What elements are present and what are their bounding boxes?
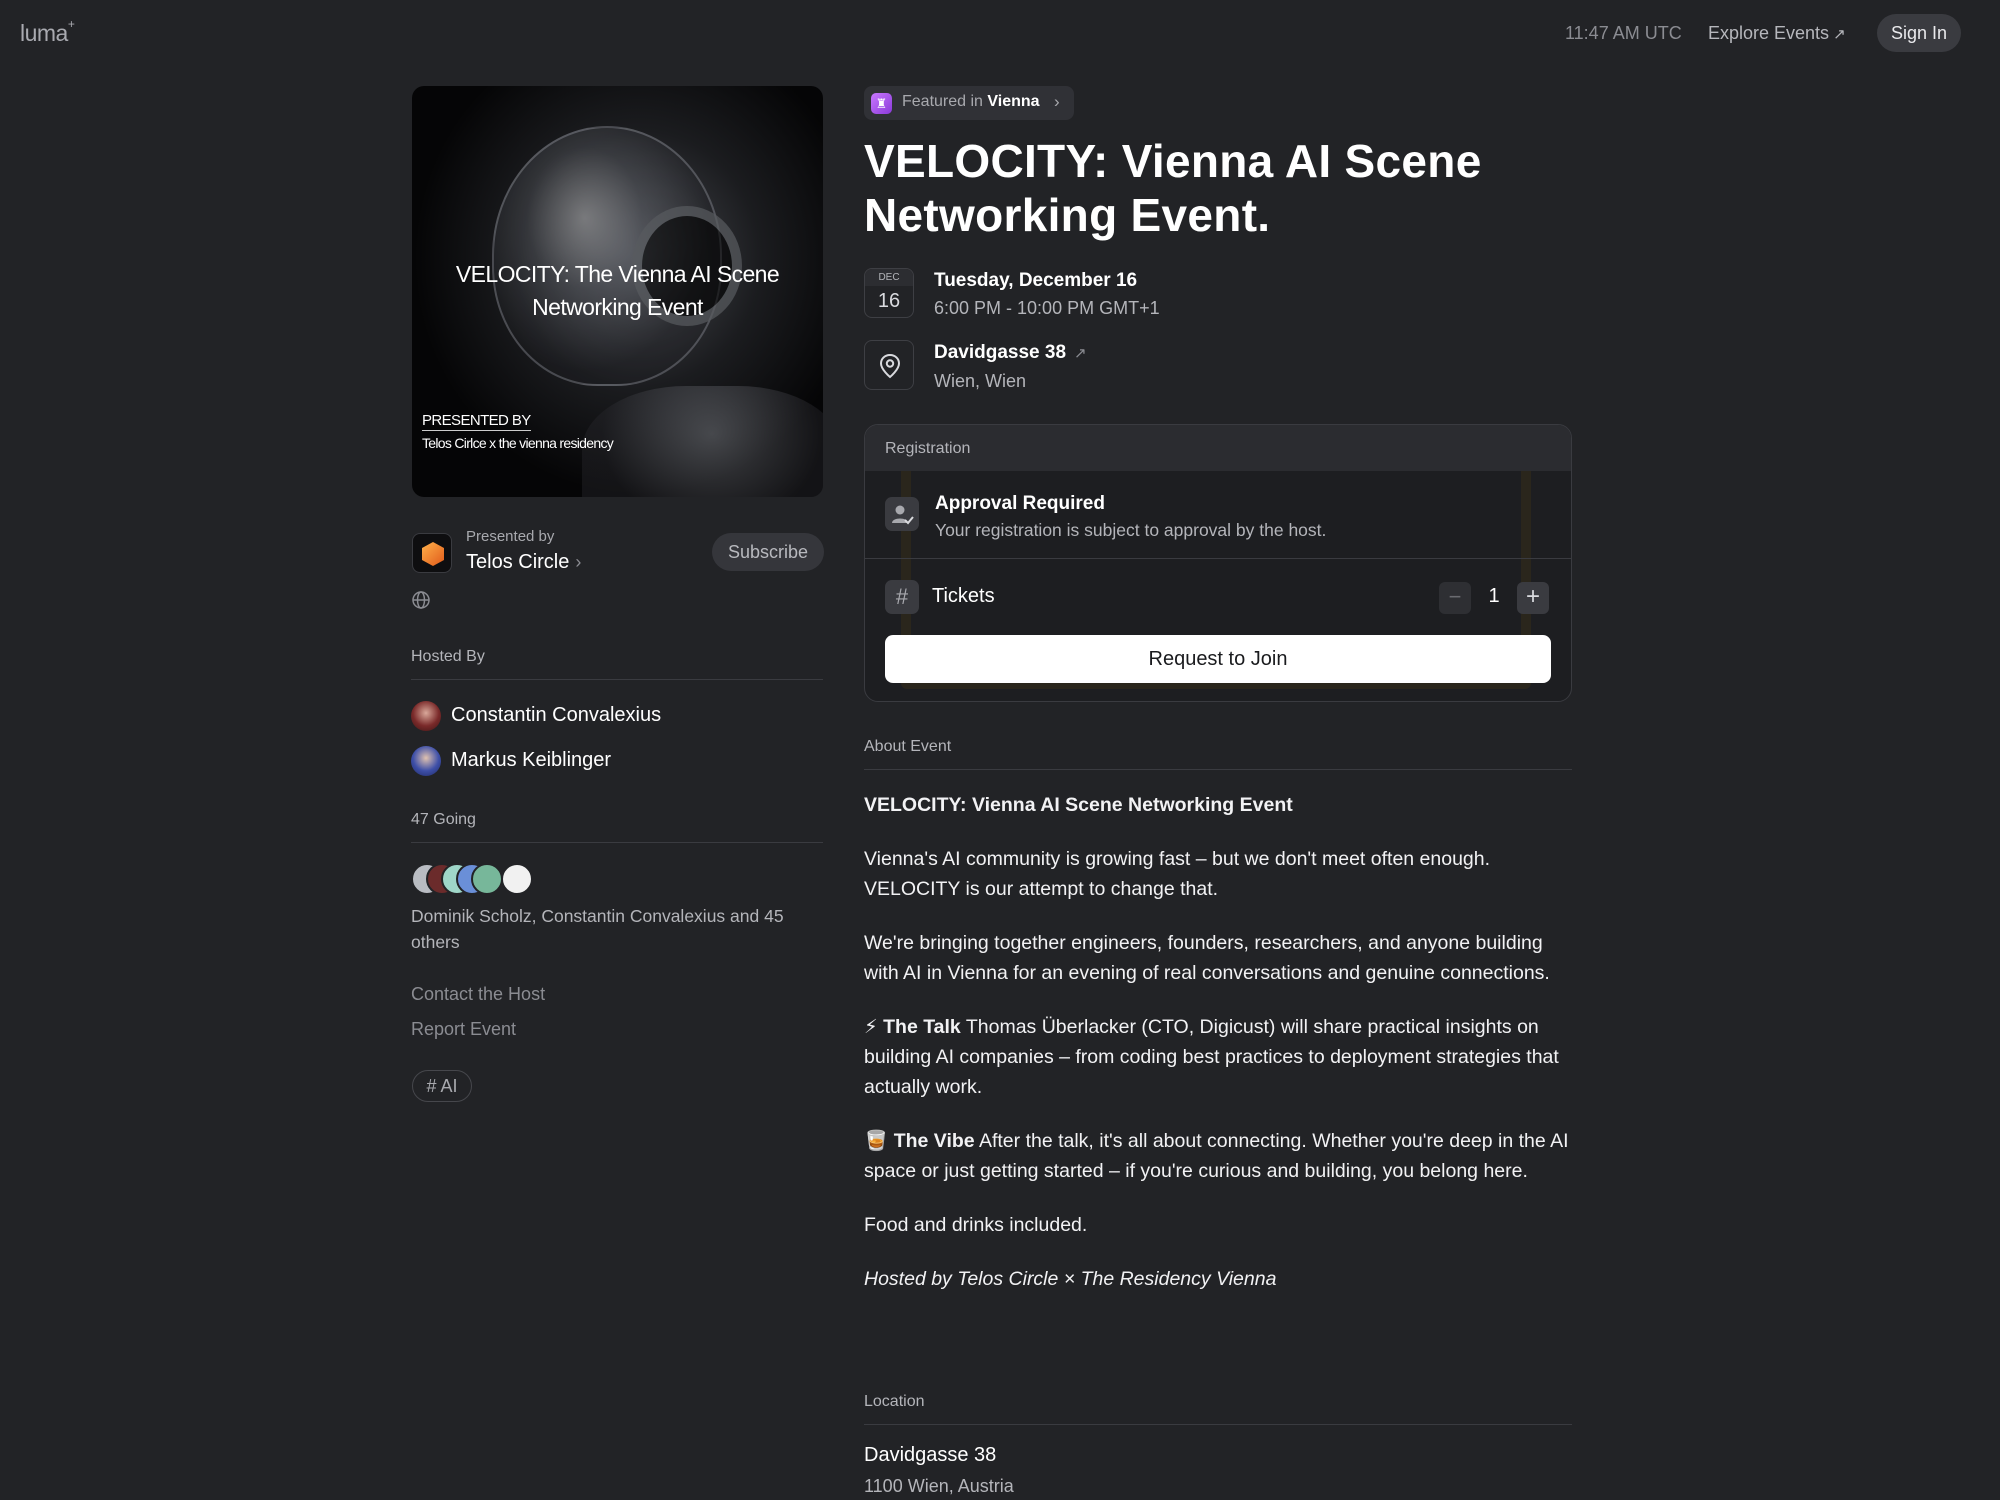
registration-header: Registration [865,425,1571,471]
explore-events-link[interactable]: Explore Events ↗ [1708,23,1846,44]
event-time: 6:00 PM - 10:00 PM GMT+1 [934,298,1160,318]
event-title: VELOCITY: Vienna AI Scene Networking Eve… [864,135,1482,241]
going-count-label: 47 Going [411,811,476,828]
subscribe-button[interactable]: Subscribe [712,533,824,571]
event-cover-image: VELOCITY: The Vienna AI Scene Networking… [412,86,823,497]
increase-quantity-button[interactable]: + [1517,582,1549,614]
ticket-quantity: 1 [1488,585,1500,607]
report-event-link[interactable]: Report Event [411,1019,516,1040]
hash-icon: # [885,580,919,614]
external-arrow-icon: ↗ [1833,26,1846,43]
approval-title: Approval Required [935,493,1105,514]
cover-title: VELOCITY: The Vienna AI Scene Networking… [455,261,780,320]
avatar [411,701,441,731]
avatar [501,863,533,895]
chevron-right-icon: › [575,552,582,572]
top-nav: luma+ 11:47 AM UTC Explore Events ↗ Sign … [0,0,2000,66]
featured-prefix: Featured in [902,93,983,110]
current-time: 11:47 AM UTC [1565,23,1682,43]
location-address: 1100 Wien, Austria [864,1476,1014,1496]
cover-presenters: Telos Cirlce x the vienna residency [422,435,614,451]
avatar [411,746,441,776]
divider [864,769,1572,770]
about-paragraph: 🥃 The Vibe After the talk, it's all abou… [864,1130,1569,1182]
location-name: Davidgasse 38 [864,1444,997,1466]
avatar [471,863,503,895]
attendee-avatars[interactable] [411,863,551,895]
hosted-by-label: Hosted By [411,648,485,665]
glass-icon: 🥃 [864,1130,889,1152]
event-location-city: Wien, Wien [934,371,1027,391]
divider [864,1424,1572,1425]
calendar-icon: DEC 16 [864,268,914,318]
featured-in-badge[interactable]: ♜ Featured in Vienna › [864,86,1074,120]
external-arrow-icon: ↗ [1074,345,1087,362]
location-label: Location [864,1393,925,1410]
cover-presented-by: PRESENTED BY [422,412,531,431]
city-icon: ♜ [871,93,892,114]
luma-logo[interactable]: luma+ [20,17,75,47]
about-event-label: About Event [864,738,952,755]
about-paragraph: We're bringing together engineers, found… [864,932,1550,984]
request-to-join-button[interactable]: Request to Join [885,635,1551,683]
user-check-icon [885,497,919,531]
attendee-names[interactable]: Dominik Scholz, Constantin Convalexius a… [411,903,831,955]
featured-city: Vienna [987,93,1040,110]
divider [411,842,823,843]
telos-circle-avatar[interactable] [412,533,452,573]
about-paragraph: Vienna's AI community is growing fast – … [864,848,1491,900]
lightning-icon: ⚡ [864,1016,878,1038]
presented-by-label: Presented by [466,528,555,545]
decrease-quantity-button[interactable]: − [1439,582,1471,614]
contact-host-link[interactable]: Contact the Host [411,984,545,1005]
map-pin-icon [864,340,914,390]
about-paragraph: Food and drinks included. [864,1214,1088,1236]
sign-in-button[interactable]: Sign In [1877,14,1961,52]
registration-card: Registration Approval Required Your regi… [864,424,1572,702]
explore-events-label: Explore Events [1708,23,1830,43]
globe-icon[interactable] [411,590,431,610]
event-location-link[interactable]: Davidgasse 38 ↗ [934,342,1087,364]
presenter-name-link[interactable]: Telos Circle › [466,551,581,574]
robot-body-graphic [582,386,823,497]
divider [411,679,823,680]
about-event-body: VELOCITY: Vienna AI Scene Networking Eve… [864,790,1572,1318]
tickets-label: Tickets [932,585,995,607]
chevron-right-icon: › [1054,92,1060,111]
event-date: Tuesday, December 16 [934,270,1138,291]
divider [865,558,1571,559]
about-paragraph: Hosted by Telos Circle × The Residency V… [864,1268,1277,1290]
about-heading: VELOCITY: Vienna AI Scene Networking Eve… [864,794,1293,816]
about-paragraph: ⚡ The Talk Thomas Überlacker (CTO, Digic… [864,1016,1559,1098]
ai-tag[interactable]: # AI [412,1070,472,1102]
approval-subtitle: Your registration is subject to approval… [935,520,1327,540]
